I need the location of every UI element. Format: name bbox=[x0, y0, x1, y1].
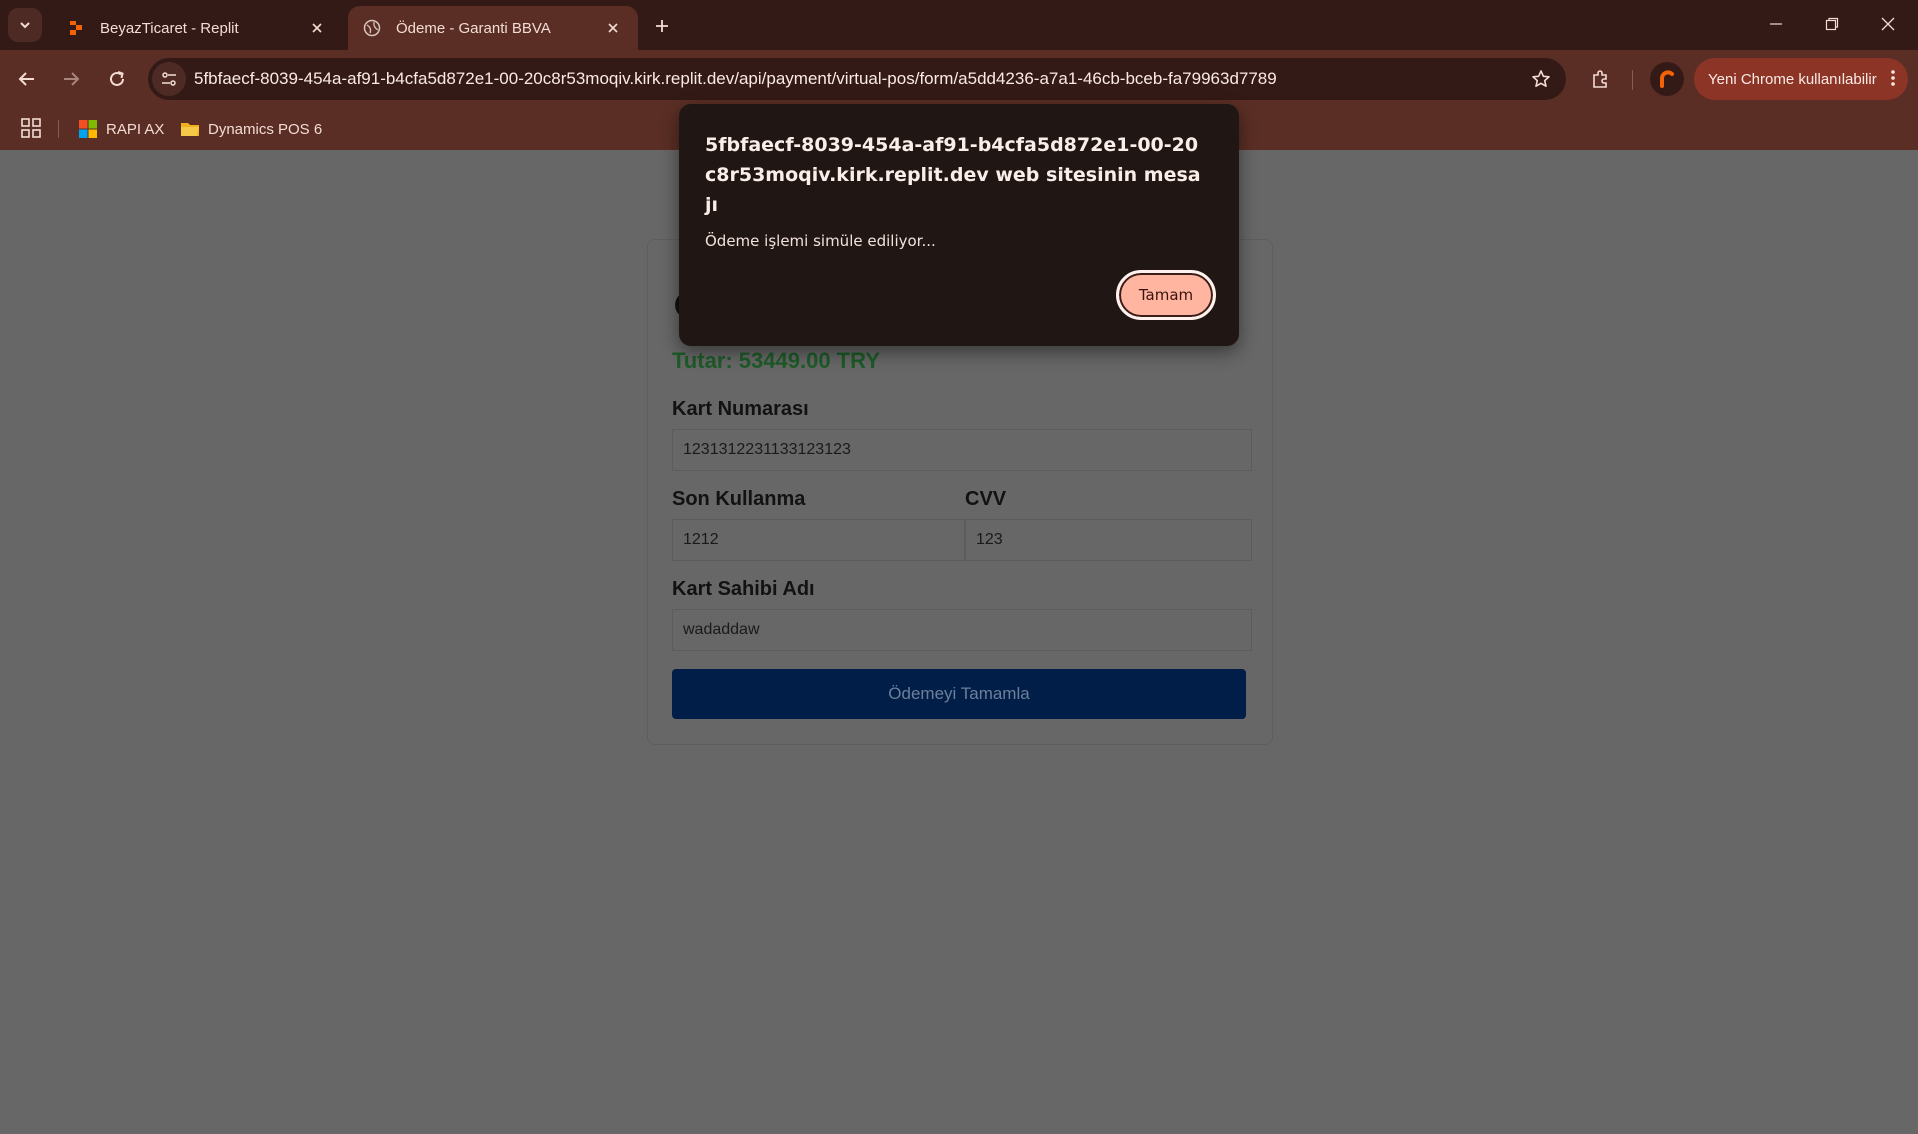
holder-name-value: wadaddaw bbox=[683, 621, 760, 638]
site-info-icon[interactable] bbox=[152, 62, 186, 96]
bookmark-star-icon[interactable] bbox=[1524, 62, 1558, 96]
reload-icon bbox=[110, 71, 124, 86]
card-number-label: Kart Numarası bbox=[672, 398, 809, 420]
alert-dialog: 5fbfaecf-8039-454a-af91-b4cfa5d872e1-00-… bbox=[679, 104, 1239, 346]
browser-toolbar: 5fbfaecf-8039-454a-af91-b4cfa5d872e1-00-… bbox=[0, 50, 1918, 108]
holder-name-input[interactable]: wadaddaw bbox=[672, 609, 1252, 651]
tab-odeme[interactable]: Ödeme - Garanti BBVA bbox=[348, 6, 638, 50]
tab-title: Ödeme - Garanti BBVA bbox=[396, 19, 551, 37]
apps-grid-icon[interactable] bbox=[20, 117, 44, 141]
close-icon[interactable] bbox=[602, 17, 624, 39]
cvv-label: CVV bbox=[965, 488, 1007, 510]
cvv-value: 123 bbox=[976, 531, 1003, 548]
bookmarks-separator bbox=[58, 120, 59, 138]
arrow-right-icon bbox=[64, 72, 80, 86]
profile-icon bbox=[1660, 70, 1674, 88]
close-icon[interactable] bbox=[306, 17, 328, 39]
reload-button[interactable] bbox=[100, 62, 134, 96]
ok-button[interactable]: Tamam bbox=[1116, 270, 1216, 320]
chrome-update-button[interactable]: Yeni Chrome kullanılabilir bbox=[1694, 58, 1908, 100]
expiry-input[interactable]: 1212 bbox=[672, 519, 965, 561]
tab-search-button[interactable] bbox=[8, 8, 42, 42]
tab-strip: BeyazTicaret - Replit Ödeme - Garanti BB… bbox=[0, 0, 1918, 50]
dialog-message: Ödeme işlemi simüle ediliyor... bbox=[705, 232, 936, 250]
amount-text: Tutar: 53449.00 TRY bbox=[672, 348, 880, 373]
windows-logo-icon bbox=[79, 120, 97, 138]
restore-button[interactable] bbox=[1804, 0, 1860, 48]
complete-payment-button[interactable]: Ödemeyi Tamamla bbox=[672, 669, 1246, 719]
puzzle-icon bbox=[1593, 70, 1607, 88]
bookmark-label: Dynamics POS 6 bbox=[208, 120, 323, 138]
minimize-icon bbox=[1770, 23, 1782, 25]
globe-icon bbox=[362, 18, 382, 38]
new-tab-button[interactable] bbox=[648, 12, 676, 40]
chrome-update-label: Yeni Chrome kullanılabilir bbox=[1708, 70, 1877, 88]
restore-icon bbox=[1825, 17, 1839, 31]
url-text[interactable]: 5fbfaecf-8039-454a-af91-b4cfa5d872e1-00-… bbox=[194, 69, 1524, 89]
cvv-input[interactable]: 123 bbox=[965, 519, 1252, 561]
chevron-down-icon bbox=[20, 22, 30, 29]
address-bar[interactable]: 5fbfaecf-8039-454a-af91-b4cfa5d872e1-00-… bbox=[148, 58, 1566, 100]
minimize-button[interactable] bbox=[1748, 0, 1804, 48]
bookmark-label: RAPI AX bbox=[106, 120, 165, 138]
tab-title: BeyazTicaret - Replit bbox=[100, 19, 239, 37]
card-number-value: 1231312231133123123 bbox=[683, 441, 851, 458]
bookmark-dynamics-pos[interactable]: Dynamics POS 6 bbox=[180, 115, 322, 143]
plus-icon bbox=[656, 20, 668, 32]
profile-avatar[interactable] bbox=[1650, 62, 1684, 96]
more-vert-icon bbox=[1890, 68, 1896, 92]
tab-beyazticaret[interactable]: BeyazTicaret - Replit bbox=[52, 6, 342, 50]
forward-button[interactable] bbox=[54, 62, 88, 96]
holder-name-label: Kart Sahibi Adı bbox=[672, 578, 815, 600]
replit-icon bbox=[66, 18, 86, 38]
dialog-title: 5fbfaecf-8039-454a-af91-b4cfa5d872e1-00-… bbox=[705, 134, 1201, 216]
expiry-value: 1212 bbox=[683, 531, 719, 548]
back-button[interactable] bbox=[10, 62, 44, 96]
close-window-button[interactable] bbox=[1860, 0, 1916, 48]
bookmark-rapi-ax[interactable]: RAPI AX bbox=[78, 115, 164, 143]
extensions-button[interactable] bbox=[1584, 62, 1618, 96]
arrow-left-icon bbox=[18, 72, 34, 86]
close-icon bbox=[1881, 17, 1895, 31]
expiry-label: Son Kullanma bbox=[672, 488, 806, 510]
toolbar-separator bbox=[1632, 70, 1633, 90]
folder-icon bbox=[181, 123, 199, 136]
card-number-input[interactable]: 1231312231133123123 bbox=[672, 429, 1252, 471]
